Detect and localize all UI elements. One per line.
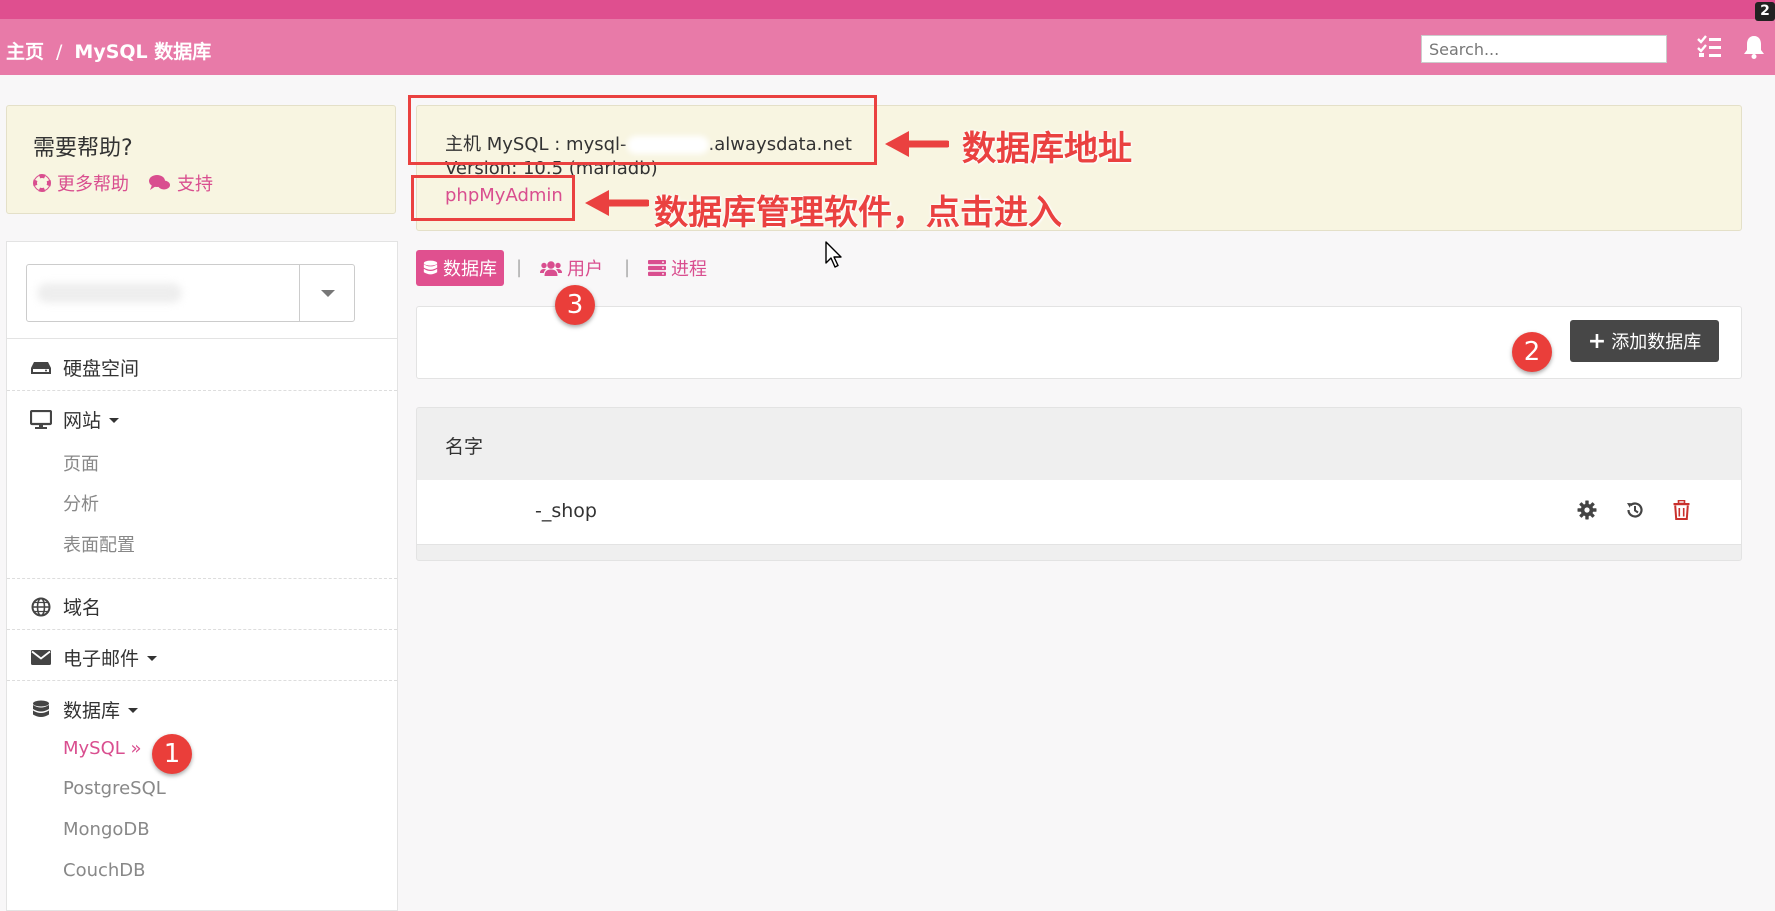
search-input[interactable] [1421,35,1667,63]
sidebar-item-label: 硬盘空间 [63,358,140,380]
sidebar-divider [7,390,397,391]
notification-badge: 2 [1755,2,1775,21]
server-icon [648,260,666,276]
add-database-label: 添加数据库 [1611,332,1702,353]
more-help-label: 更多帮助 [57,174,129,195]
tab-label: 数据库 [443,259,497,280]
chevron-down-icon [147,656,158,661]
redacted-account [37,283,182,303]
sidebar-subitem-configuration[interactable]: 表面配置 [63,531,135,557]
annotation-marker-1: 1 [152,734,192,774]
lifebuoy-icon [33,174,51,197]
annotation-marker-3: 3 [555,285,595,325]
mouse-cursor-icon [825,241,842,268]
globe-icon [29,597,53,617]
sidebar-item-label: 电子邮件 [63,648,140,670]
annotation-arrow-address [885,131,949,157]
breadcrumb-separator: / [56,41,63,63]
plus-icon: + [1587,328,1607,354]
breadcrumb-current: MySQL 数据库 [74,41,212,63]
databases-table: 名字 -_shop [416,407,1742,561]
annotation-arrow-phpmyadmin [585,190,649,216]
sidebar-item-websites[interactable]: 网站 [29,406,120,433]
support-label: 支持 [177,174,213,195]
tab-separator: | [516,257,523,278]
sidebar-subitem-mysql[interactable]: MySQL » [63,738,142,759]
column-header-name: 名字 [445,436,484,458]
tab-users[interactable]: 用户 [540,250,603,286]
more-help-link[interactable]: 更多帮助 [33,170,129,197]
sidebar-divider [7,578,397,579]
sidebar-subitem-mongodb[interactable]: MongoDB [63,819,150,840]
sidebar-subitem-pages[interactable]: 页面 [63,450,99,476]
tab-label: 用户 [567,259,603,280]
database-icon [423,260,438,277]
gear-icon[interactable] [1577,500,1597,520]
bell-icon[interactable] [1743,35,1765,63]
desktop-icon [29,409,53,430]
sidebar-subitem-postgresql[interactable]: PostgreSQL [63,778,166,799]
envelope-icon [29,650,53,665]
tab-processes[interactable]: 进程 [648,250,707,286]
annotation-address-label: 数据库地址 [962,129,1132,169]
annotation-phpmyadmin-box [411,175,575,221]
sidebar-item-label: 域名 [63,597,102,619]
annotation-marker-2: 2 [1512,332,1552,372]
breadcrumb-home[interactable]: 主页 [6,41,44,63]
annotation-admin-label: 数据库管理软件，点击进入 [654,193,1062,233]
tab-databases[interactable]: 数据库 [416,250,504,286]
table-row: -_shop [417,480,1741,545]
sidebar-item-email[interactable]: 电子邮件 [29,644,158,671]
comments-icon [149,174,171,197]
breadcrumb: 主页 / MySQL 数据库 [6,37,211,64]
sidebar-item-label: 网站 [63,410,102,432]
chevron-down-icon [109,418,120,423]
add-database-button[interactable]: + 添加数据库 [1570,320,1719,362]
annotation-host-box [408,95,877,165]
account-select[interactable] [26,264,355,322]
table-header: 名字 [417,408,1741,481]
help-title: 需要帮助? [33,136,133,161]
database-name: -_shop [535,500,597,522]
help-box: 需要帮助? 更多帮助 支持 [6,105,396,214]
sidebar: 硬盘空间 网站 页面 分析 表面配置 域名 电子邮件 数据库 MySQL » P… [6,241,398,911]
sidebar-item-domains[interactable]: 域名 [29,593,101,620]
history-icon[interactable] [1625,500,1645,520]
sidebar-subitem-analytics[interactable]: 分析 [63,490,99,516]
tab-label: 进程 [671,259,707,280]
sidebar-subitem-couchdb[interactable]: CouchDB [63,860,146,881]
tasks-icon[interactable] [1696,35,1722,63]
select-divider [299,265,300,321]
support-link[interactable]: 支持 [149,170,213,197]
sidebar-item-databases[interactable]: 数据库 [29,696,139,723]
top-accent-strip [0,0,1775,19]
sidebar-divider [7,629,397,630]
sidebar-item-label: 数据库 [63,700,121,722]
top-navbar: 主页 / MySQL 数据库 [0,19,1775,75]
trash-icon[interactable] [1673,500,1690,520]
sidebar-divider [7,680,397,681]
chevron-down-icon [128,708,139,713]
caret-down-icon[interactable] [321,290,335,297]
sidebar-divider [7,338,397,339]
hdd-icon [29,361,53,375]
tab-separator: | [624,257,631,278]
database-icon [29,700,53,720]
users-icon [540,260,562,276]
sidebar-item-disk[interactable]: 硬盘空间 [29,354,139,381]
